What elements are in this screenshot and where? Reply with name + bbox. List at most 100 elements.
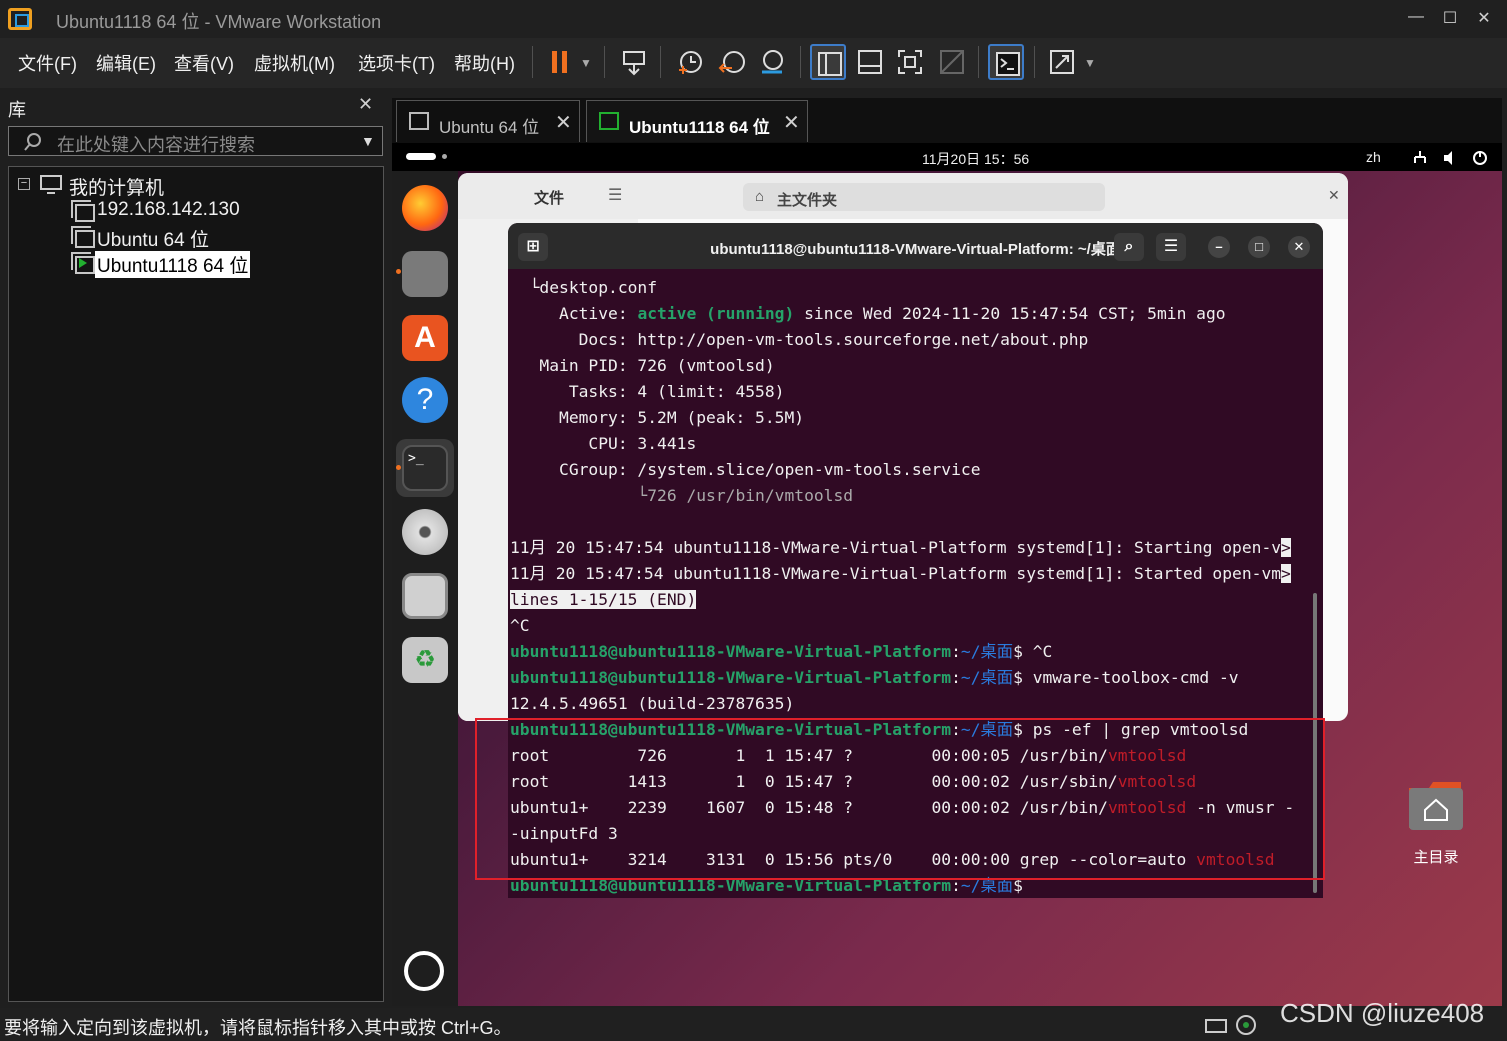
- snapshot-icon[interactable]: [672, 44, 708, 80]
- disk-image-icon[interactable]: [402, 573, 448, 619]
- library-search-placeholder: 在此处键入内容进行搜索: [57, 135, 255, 155]
- stretch-dropdown-icon[interactable]: ▼: [1084, 56, 1096, 70]
- home-folder-label: 主目录: [1413, 849, 1459, 866]
- files-close-icon[interactable]: ✕: [1328, 187, 1340, 204]
- app-center-icon[interactable]: A: [402, 315, 448, 361]
- toolbar-separator: [660, 46, 661, 78]
- menu-tabs[interactable]: 选项卡(T): [358, 50, 435, 76]
- vm-icon: [71, 226, 95, 248]
- files-path-label: 主文件夹: [777, 192, 838, 209]
- search-icon[interactable]: ⌕: [1114, 233, 1144, 261]
- tab-ubuntu1118[interactable]: Ubuntu1118 64 位 ✕: [586, 100, 808, 142]
- home-folder-icon[interactable]: [1407, 780, 1465, 832]
- ubuntu-dock: A ? >_ ♻: [392, 171, 458, 1006]
- toolbar-separator: [800, 46, 801, 78]
- close-button[interactable]: ✕: [1474, 8, 1494, 28]
- help-icon[interactable]: ?: [402, 377, 448, 423]
- library-title: 库: [8, 100, 26, 120]
- tree-item-my-computer[interactable]: − 我的计算机: [9, 171, 379, 199]
- running-indicator-icon: [396, 465, 401, 470]
- tree-item-ubuntu64[interactable]: Ubuntu 64 位: [9, 223, 379, 251]
- clock[interactable]: 11月20日 15：56: [922, 149, 1029, 169]
- tree-item-remote-host[interactable]: 192.168.142.130: [9, 197, 379, 223]
- unity-mode-icon[interactable]: [934, 44, 970, 80]
- stretch-guest-icon[interactable]: [1044, 44, 1080, 80]
- collapse-icon[interactable]: −: [18, 178, 30, 190]
- files-path-bar[interactable]: ⌂ 主文件夹: [743, 183, 1105, 211]
- files-header: 文件 ☰ ⌂ 主文件夹 ✕: [458, 173, 1348, 219]
- minimize-button[interactable]: —: [1406, 8, 1426, 26]
- close-icon[interactable]: ✕: [1288, 236, 1310, 258]
- tree-item-ubuntu1118[interactable]: Ubuntu1118 64 位: [9, 249, 379, 278]
- library-tree: − 我的计算机 192.168.142.130 Ubuntu 64 位 Ubun…: [8, 166, 384, 1002]
- play-icon: [79, 258, 87, 268]
- running-indicator-icon: [396, 269, 401, 274]
- fullscreen-icon[interactable]: [892, 44, 928, 80]
- menu-view[interactable]: 查看(V): [174, 50, 234, 76]
- menu-vm[interactable]: 虚拟机(M): [254, 50, 335, 76]
- tab-close-icon[interactable]: ✕: [783, 110, 800, 135]
- output-line: Memory: 5.2M (peak: 5.5M): [510, 408, 805, 427]
- tab-ubuntu64[interactable]: Ubuntu 64 位 ✕: [396, 100, 580, 142]
- watermark-text: CSDN @liuze408: [1280, 998, 1485, 1028]
- search-dropdown-icon[interactable]: ▼: [361, 133, 375, 149]
- minimize-icon[interactable]: –: [1208, 236, 1230, 258]
- tree-label-my-computer: 我的计算机: [69, 178, 165, 199]
- toolbar-separator: [532, 46, 533, 78]
- trash-icon[interactable]: ♻: [402, 637, 448, 683]
- highlight-box: [475, 718, 1325, 880]
- library-panel: 库 ✕ 在此处键入内容进行搜索 ▼ − 我的计算机 192.168.142.13…: [0, 90, 388, 1005]
- show-library-icon[interactable]: [810, 44, 846, 80]
- output-line: Docs: http://open-vm-tools.sourceforge.n…: [510, 330, 1089, 349]
- tab-label: Ubuntu1118 64 位: [629, 118, 770, 137]
- home-icon: ⌂: [755, 188, 765, 205]
- maximize-button[interactable]: ☐: [1440, 8, 1460, 28]
- revert-snapshot-icon[interactable]: [714, 44, 750, 80]
- system-tray-icon[interactable]: [1412, 149, 1492, 167]
- window-title: Ubuntu1118 64 位 - VMware Workstation: [56, 12, 382, 32]
- send-ctrl-alt-del-icon[interactable]: [616, 44, 652, 80]
- toolbar-separator: [604, 46, 605, 78]
- terminal-header: ⊞ ubuntu1118@ubuntu1118-VMware-Virtual-P…: [508, 223, 1323, 269]
- output-line: CPU: 3.441s: [510, 434, 697, 453]
- input-method[interactable]: zh: [1366, 149, 1381, 165]
- library-close-button[interactable]: ✕: [358, 94, 373, 115]
- terminal-title: ubuntu1118@ubuntu1118-VMware-Virtual-Pla…: [710, 241, 1121, 258]
- status-message: 要将输入定向到该虚拟机，请将鼠标指针移入其中或按 Ctrl+G。: [4, 1018, 512, 1038]
- prompt-line: ubuntu1118@ubuntu1118-VMware-Virtual-Pla…: [510, 668, 1239, 687]
- firefox-icon[interactable]: [402, 185, 448, 231]
- prompt-line: ubuntu1118@ubuntu1118-VMware-Virtual-Pla…: [510, 642, 1053, 661]
- output-line: 12.4.5.49651 (build-23787635): [510, 694, 795, 713]
- workspace-indicator-icon[interactable]: [406, 153, 436, 160]
- tree-label-ubuntu64: Ubuntu 64 位: [97, 230, 209, 251]
- disc-icon[interactable]: [402, 509, 448, 555]
- library-search-input[interactable]: 在此处键入内容进行搜索 ▼: [8, 126, 383, 156]
- device-status-icon[interactable]: [1204, 1014, 1284, 1036]
- menu-file[interactable]: 文件(F): [18, 50, 77, 76]
- running-vm-icon: [599, 112, 619, 130]
- pause-dropdown-icon[interactable]: ▼: [580, 56, 592, 70]
- output-line: Main PID: 726 (vmtoolsd): [510, 356, 775, 375]
- pager-status: lines 1-15/15 (END): [510, 590, 697, 609]
- maximize-icon[interactable]: □: [1248, 236, 1270, 258]
- thumbnail-bar-icon[interactable]: [852, 44, 888, 80]
- toolbar-separator: [1034, 46, 1035, 78]
- workspace-dot-icon[interactable]: [442, 154, 447, 159]
- pause-icon[interactable]: [542, 44, 578, 80]
- menu-help[interactable]: 帮助(H): [454, 50, 515, 76]
- computer-icon: [40, 175, 62, 194]
- status-active: active (running): [637, 304, 795, 323]
- files-icon[interactable]: [402, 251, 448, 297]
- menu-icon[interactable]: ☰: [608, 185, 622, 205]
- console-view-icon[interactable]: [988, 44, 1024, 80]
- snapshot-manager-icon[interactable]: [754, 44, 790, 80]
- hamburger-menu-icon[interactable]: ☰: [1156, 233, 1186, 261]
- gnome-top-bar: 11月20日 15：56 zh: [392, 143, 1502, 171]
- menu-edit[interactable]: 编辑(E): [96, 50, 156, 76]
- output-line: Active: active (running) since Wed 2024-…: [510, 304, 1226, 323]
- show-apps-icon[interactable]: [404, 951, 444, 991]
- terminal-icon[interactable]: >_: [402, 445, 448, 491]
- output-line: └desktop.conf: [510, 278, 658, 297]
- tab-close-icon[interactable]: ✕: [555, 110, 572, 135]
- output-line: ^C: [510, 616, 530, 635]
